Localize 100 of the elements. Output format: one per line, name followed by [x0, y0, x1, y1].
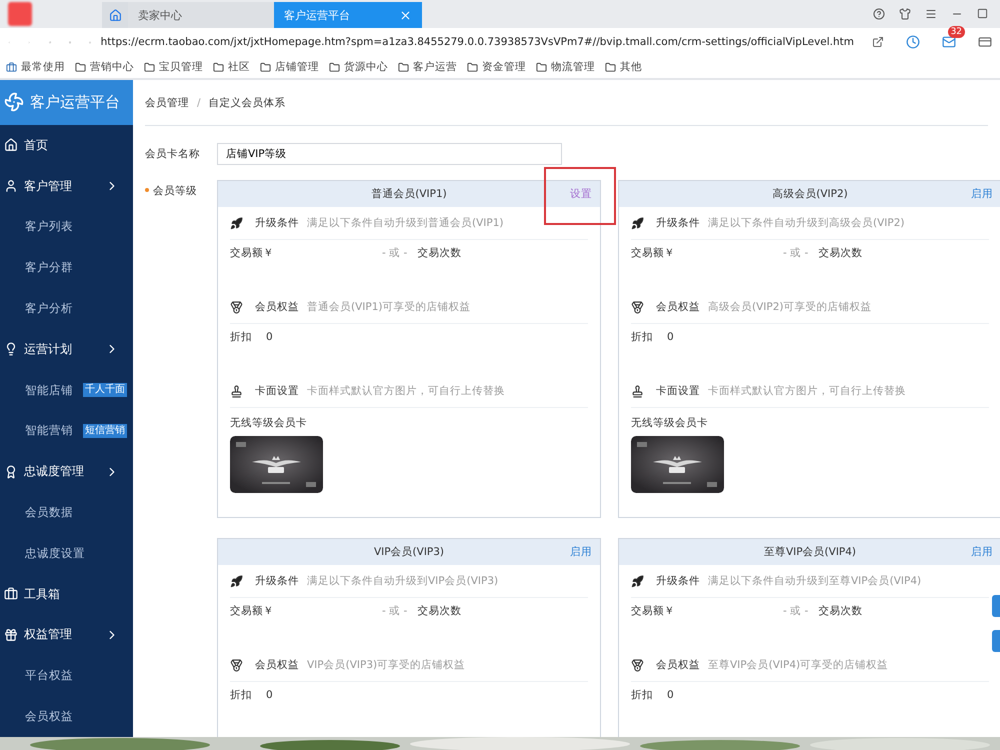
bookmark[interactable]: 店铺管理 [260, 60, 319, 74]
field-label: 会员卡名称 [145, 147, 201, 161]
briefcase-icon [4, 587, 18, 602]
nav-item[interactable]: 客户管理 [0, 166, 133, 206]
or-text: - 或 - [382, 604, 408, 618]
section-label: 卡面设置 [255, 384, 299, 398]
card-face-label: 无线等级会员卡 [230, 416, 308, 431]
card-action-link[interactable]: 启用 [570, 545, 592, 559]
logo-icon [4, 92, 24, 112]
share-icon[interactable] [872, 36, 884, 48]
folder-icon [75, 62, 86, 72]
rocket-icon [230, 574, 243, 588]
bookmark[interactable]: 物流管理 [536, 60, 595, 74]
close-icon[interactable] [399, 8, 412, 22]
amount-label: 交易额￥ [631, 604, 675, 618]
discount-value: 0 [266, 330, 273, 342]
lightbulb-icon [4, 342, 18, 356]
required-dot [145, 188, 149, 192]
section-hint: 普通会员(VIP1)可享受的店铺权益 [307, 300, 470, 314]
section-hint: 高级会员(VIP2)可享受的店铺权益 [708, 300, 872, 314]
medal-icon [631, 658, 644, 672]
bookmark[interactable]: 货源中心 [329, 60, 388, 74]
rocket-icon [631, 574, 644, 588]
card-action-link[interactable]: 启用 [971, 187, 993, 201]
menu-icon[interactable] [925, 8, 937, 20]
discount-label: 折扣 [631, 688, 653, 702]
nav-tag: 千人千面 [83, 383, 127, 398]
section-label: 会员权益 [255, 658, 299, 672]
amount-label: 交易额￥ [631, 246, 675, 260]
section-label: 升级条件 [255, 574, 299, 588]
nav-item[interactable]: 工具箱 [0, 574, 133, 615]
mail-icon[interactable] [942, 35, 956, 49]
home-tab[interactable] [102, 2, 128, 28]
section-hint: 满足以下条件自动升级到至尊VIP会员(VIP4) [708, 574, 922, 588]
section-label: 卡面设置 [656, 384, 700, 398]
nav-subitem[interactable]: 平台权益 [25, 668, 73, 684]
bookmark[interactable]: 宝贝管理 [144, 60, 203, 74]
breadcrumb-link[interactable]: 会员管理 [145, 96, 189, 110]
user-icon [4, 179, 18, 194]
nav-subitem[interactable]: 智能营销 [25, 423, 73, 438]
browser-tab[interactable]: 卖家中心 [128, 2, 274, 28]
folder-icon [144, 62, 155, 72]
card-title: VIP会员(VIP3) [374, 545, 444, 559]
section-label: 会员权益 [255, 300, 299, 314]
briefcase-icon [6, 62, 17, 72]
medal-icon [230, 658, 243, 672]
bookmark[interactable]: 最常使用 [6, 60, 65, 74]
nav-subitem[interactable]: 会员权益 [25, 709, 73, 724]
discount-label: 折扣 [230, 330, 252, 344]
discount-label: 折扣 [230, 688, 252, 702]
nav-subitem[interactable]: 智能店铺 [25, 382, 73, 398]
bookmark[interactable]: 其他 [605, 60, 642, 74]
discount-value: 0 [266, 688, 273, 700]
section-hint: 卡面样式默认官方图片，可自行上传替换 [708, 384, 906, 398]
nav-subitem[interactable]: 客户列表 [25, 219, 73, 234]
bookmark[interactable]: 营销中心 [75, 60, 134, 74]
section-label: 升级条件 [656, 574, 700, 588]
card-title: 高级会员(VIP2) [772, 187, 848, 201]
breadcrumb-separator: / [197, 96, 201, 108]
rocket-icon [230, 216, 243, 230]
bookmark[interactable]: 社区 [213, 60, 250, 74]
card-icon[interactable] [978, 35, 992, 49]
url-field[interactable]: https://ecrm.taobao.com/jxt/jxtHomepage.htm?spm=a1za3.8455279.0.0.73938573VsVPm7#//bvip.tmall.com/crm-settings/officialVipLevel.htm [100, 36, 854, 48]
nav-subitem[interactable]: 会员数据 [25, 505, 73, 520]
nav-subitem[interactable]: 客户分析 [25, 300, 73, 316]
card-name-field[interactable]: 店铺VIP等级 [217, 143, 562, 165]
section-hint: 满足以下条件自动升级到高级会员(VIP2) [708, 216, 904, 230]
or-text: - 或 - [783, 604, 808, 618]
folder-icon [213, 62, 224, 72]
folder-icon [605, 62, 616, 72]
folder-icon [398, 62, 409, 72]
folder-icon [467, 62, 478, 72]
rocket-icon [631, 216, 644, 230]
maximize-icon[interactable] [977, 8, 988, 19]
bookmark[interactable]: 资金管理 [467, 60, 526, 74]
nav-item[interactable]: 运营计划 [0, 328, 133, 370]
folder-icon [260, 62, 271, 72]
bookmark[interactable]: 客户运营 [398, 60, 457, 74]
nav-item[interactable]: 权益管理 [0, 614, 133, 656]
avatar[interactable] [8, 2, 32, 26]
nav-item[interactable]: 首页 [0, 124, 133, 166]
medal-icon [631, 300, 644, 314]
help-icon[interactable] [873, 8, 885, 20]
section-hint: 卡面样式默认官方图片，可自行上传替换 [307, 384, 505, 398]
section-label: 会员权益 [656, 300, 700, 314]
discount-label: 折扣 [631, 330, 653, 344]
folder-icon [536, 62, 547, 72]
card-action-link[interactable]: 启用 [971, 545, 993, 559]
count-label: 交易次数 [417, 246, 462, 260]
section-label: 升级条件 [255, 216, 299, 230]
nav-item[interactable]: 忠诚度管理 [0, 451, 133, 492]
nav-subitem[interactable]: 客户分群 [25, 260, 73, 276]
count-label: 交易次数 [818, 246, 862, 260]
nav-subitem[interactable]: 忠诚度设置 [25, 546, 85, 561]
clock-icon[interactable] [906, 35, 920, 49]
shirt-icon[interactable] [899, 8, 911, 20]
stamp-icon [631, 384, 644, 398]
or-text: - 或 - [783, 246, 808, 260]
section-hint: VIP会员(VIP3)可享受的店铺权益 [307, 658, 466, 672]
stamp-icon [230, 384, 243, 398]
